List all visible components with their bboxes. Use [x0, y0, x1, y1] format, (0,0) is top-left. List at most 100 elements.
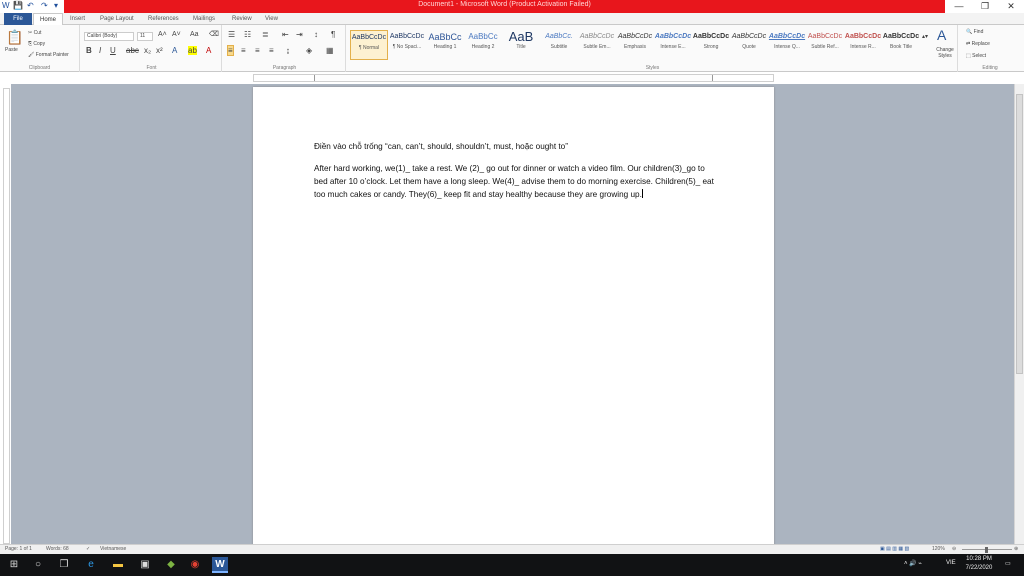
format-painter-button[interactable]: 🖌 Format Painter — [28, 52, 69, 58]
file-explorer-icon[interactable]: ▬ — [110, 557, 126, 573]
style-intense-quote[interactable]: AaBbCcDc Intense Q... — [768, 30, 806, 60]
increase-indent-icon[interactable]: ⇥ — [296, 30, 303, 39]
edge-icon[interactable]: e — [83, 557, 99, 573]
paste-icon[interactable]: 📋 — [6, 29, 23, 46]
word-count[interactable]: Words: 68 — [46, 546, 69, 552]
tab-review[interactable]: Review — [232, 13, 252, 25]
page-count[interactable]: Page: 1 of 1 — [5, 546, 32, 552]
style-strong[interactable]: AaBbCcDc Strong — [692, 30, 730, 60]
style-emphasis[interactable]: AaBbCcDc Emphasis — [616, 30, 654, 60]
style-title[interactable]: AaB Title — [502, 30, 540, 60]
store-icon[interactable]: ▣ — [137, 557, 153, 573]
text-effects-icon[interactable]: A — [172, 46, 177, 55]
style-normal[interactable]: AaBbCcDc ¶ Normal — [350, 30, 388, 60]
style-no-spacing[interactable]: AaBbCcDc ¶ No Spaci... — [388, 30, 426, 60]
input-language[interactable]: VIE — [946, 560, 956, 566]
style-heading-2[interactable]: AaBbCc Heading 2 — [464, 30, 502, 60]
underline-icon[interactable]: U — [110, 46, 116, 55]
notifications-icon[interactable]: ▭ — [1005, 560, 1011, 567]
search-icon[interactable]: ○ — [30, 557, 46, 573]
tab-mailings[interactable]: Mailings — [193, 13, 215, 25]
word-taskbar-icon[interactable]: W — [212, 557, 228, 573]
clock-time[interactable]: 10:28 PM — [960, 556, 998, 562]
tab-insert[interactable]: Insert — [70, 13, 85, 25]
shading-icon[interactable]: ◈ — [306, 46, 312, 55]
subscript-icon[interactable]: x₂ — [144, 46, 151, 55]
show-formatting-icon[interactable]: ¶ — [331, 30, 335, 39]
style-heading-1[interactable]: AaBbCc Heading 1 — [426, 30, 464, 60]
start-icon[interactable]: ⊞ — [6, 557, 22, 573]
sort-icon[interactable]: ↕ — [314, 30, 318, 39]
strikethrough-icon[interactable]: abc — [126, 46, 139, 55]
change-case-icon[interactable]: Aa — [190, 31, 199, 38]
multilevel-list-icon[interactable]: ≣ — [262, 30, 269, 39]
clock-date[interactable]: 7/22/2020 — [960, 565, 998, 571]
highlight-icon[interactable]: ab — [188, 46, 197, 55]
tab-view[interactable]: View — [265, 13, 278, 25]
style-book-title[interactable]: AaBbCcDc Book Title — [882, 30, 920, 60]
numbering-icon[interactable]: ☷ — [244, 30, 251, 39]
language-indicator[interactable]: Vietnamese — [100, 546, 126, 552]
tab-home[interactable]: Home — [33, 13, 64, 25]
customize-qat-icon[interactable]: ▾ — [54, 1, 58, 12]
document-paragraph[interactable]: After hard working, we(1)_ take a rest. … — [314, 162, 714, 202]
document-page[interactable]: Điền vào chỗ trống “can, can’t, should, … — [253, 87, 774, 547]
style-subtle-reference[interactable]: AaBbCcDc Subtle Ref... — [806, 30, 844, 60]
view-buttons[interactable]: ▣ ▤ ▥ ▦ ▧ — [880, 546, 909, 552]
borders-icon[interactable]: ▦ — [326, 46, 334, 55]
style-subtitle[interactable]: AaBbCc. Subtitle — [540, 30, 578, 60]
tab-file[interactable]: File — [4, 13, 32, 25]
find-button[interactable]: 🔍 Find — [966, 29, 983, 35]
tab-page-layout[interactable]: Page Layout — [100, 13, 134, 25]
tab-references[interactable]: References — [148, 13, 179, 25]
justify-icon[interactable]: ≡ — [269, 46, 274, 55]
align-left-icon[interactable]: ≡ — [227, 45, 234, 56]
style-subtle-emphasis[interactable]: AaBbCcDc Subtle Em... — [578, 30, 616, 60]
style-quote[interactable]: AaBbCcDc Quote — [730, 30, 768, 60]
font-color-icon[interactable]: A — [206, 46, 211, 55]
restore-button[interactable]: ❐ — [972, 0, 998, 13]
zoom-slider-thumb[interactable] — [985, 547, 988, 553]
zoom-level[interactable]: 120% — [932, 546, 945, 552]
grow-font-icon[interactable]: A˄ — [158, 31, 167, 38]
font-size-select[interactable]: 11 — [137, 32, 153, 41]
scrollbar-thumb[interactable] — [1016, 94, 1023, 374]
style-intense-reference[interactable]: AaBbCcDc Intense R... — [844, 30, 882, 60]
change-styles-icon[interactable]: A — [937, 27, 946, 43]
align-center-icon[interactable]: ≡ — [241, 46, 246, 55]
redo-icon[interactable]: ↷ — [41, 1, 48, 12]
replace-button[interactable]: ⇄ Replace — [966, 41, 990, 47]
app-icon[interactable]: ◆ — [163, 557, 179, 573]
zoom-in-icon[interactable]: ⊕ — [1014, 546, 1018, 552]
align-right-icon[interactable]: ≡ — [255, 46, 260, 55]
line-spacing-icon[interactable]: ↨ — [286, 46, 290, 55]
vertical-scrollbar[interactable] — [1014, 84, 1024, 544]
styles-scroll-icon[interactable]: ▴▾ — [922, 33, 928, 40]
bullets-icon[interactable]: ☰ — [228, 30, 235, 39]
clear-formatting-icon[interactable]: ⌫ — [209, 30, 219, 38]
bold-icon[interactable]: B — [86, 46, 92, 55]
copy-button[interactable]: ⎘ Copy — [28, 41, 45, 47]
italic-icon[interactable]: I — [99, 46, 101, 55]
tray-icons[interactable]: ˄ 🔊 ⌁ — [904, 560, 922, 567]
close-button[interactable]: ✕ — [998, 0, 1024, 13]
word-app-icon[interactable]: W — [2, 1, 10, 12]
cut-button[interactable]: ✂ Cut — [28, 30, 41, 36]
shrink-font-icon[interactable]: A˅ — [172, 31, 181, 38]
paste-button[interactable]: Paste — [5, 47, 18, 53]
select-button[interactable]: ⬚ Select — [966, 53, 986, 59]
undo-icon[interactable]: ↶ — [27, 1, 34, 12]
vertical-ruler[interactable] — [3, 88, 10, 544]
task-view-icon[interactable]: ❐ — [56, 557, 72, 573]
font-name-select[interactable]: Calibri (Body) — [84, 32, 134, 41]
change-styles-button[interactable]: Change Styles — [934, 47, 956, 59]
document-heading-line[interactable]: Điền vào chỗ trống “can, can’t, should, … — [314, 142, 714, 151]
chrome-icon[interactable]: ◉ — [187, 557, 203, 573]
style-intense-emphasis[interactable]: AaBbCcDc Intense E... — [654, 30, 692, 60]
horizontal-ruler[interactable] — [253, 74, 774, 82]
minimize-button[interactable]: — — [946, 0, 972, 13]
decrease-indent-icon[interactable]: ⇤ — [282, 30, 289, 39]
zoom-out-icon[interactable]: ⊖ — [952, 546, 956, 552]
proofing-icon[interactable]: ✓ — [86, 546, 90, 552]
save-icon[interactable]: 💾 — [13, 1, 23, 12]
